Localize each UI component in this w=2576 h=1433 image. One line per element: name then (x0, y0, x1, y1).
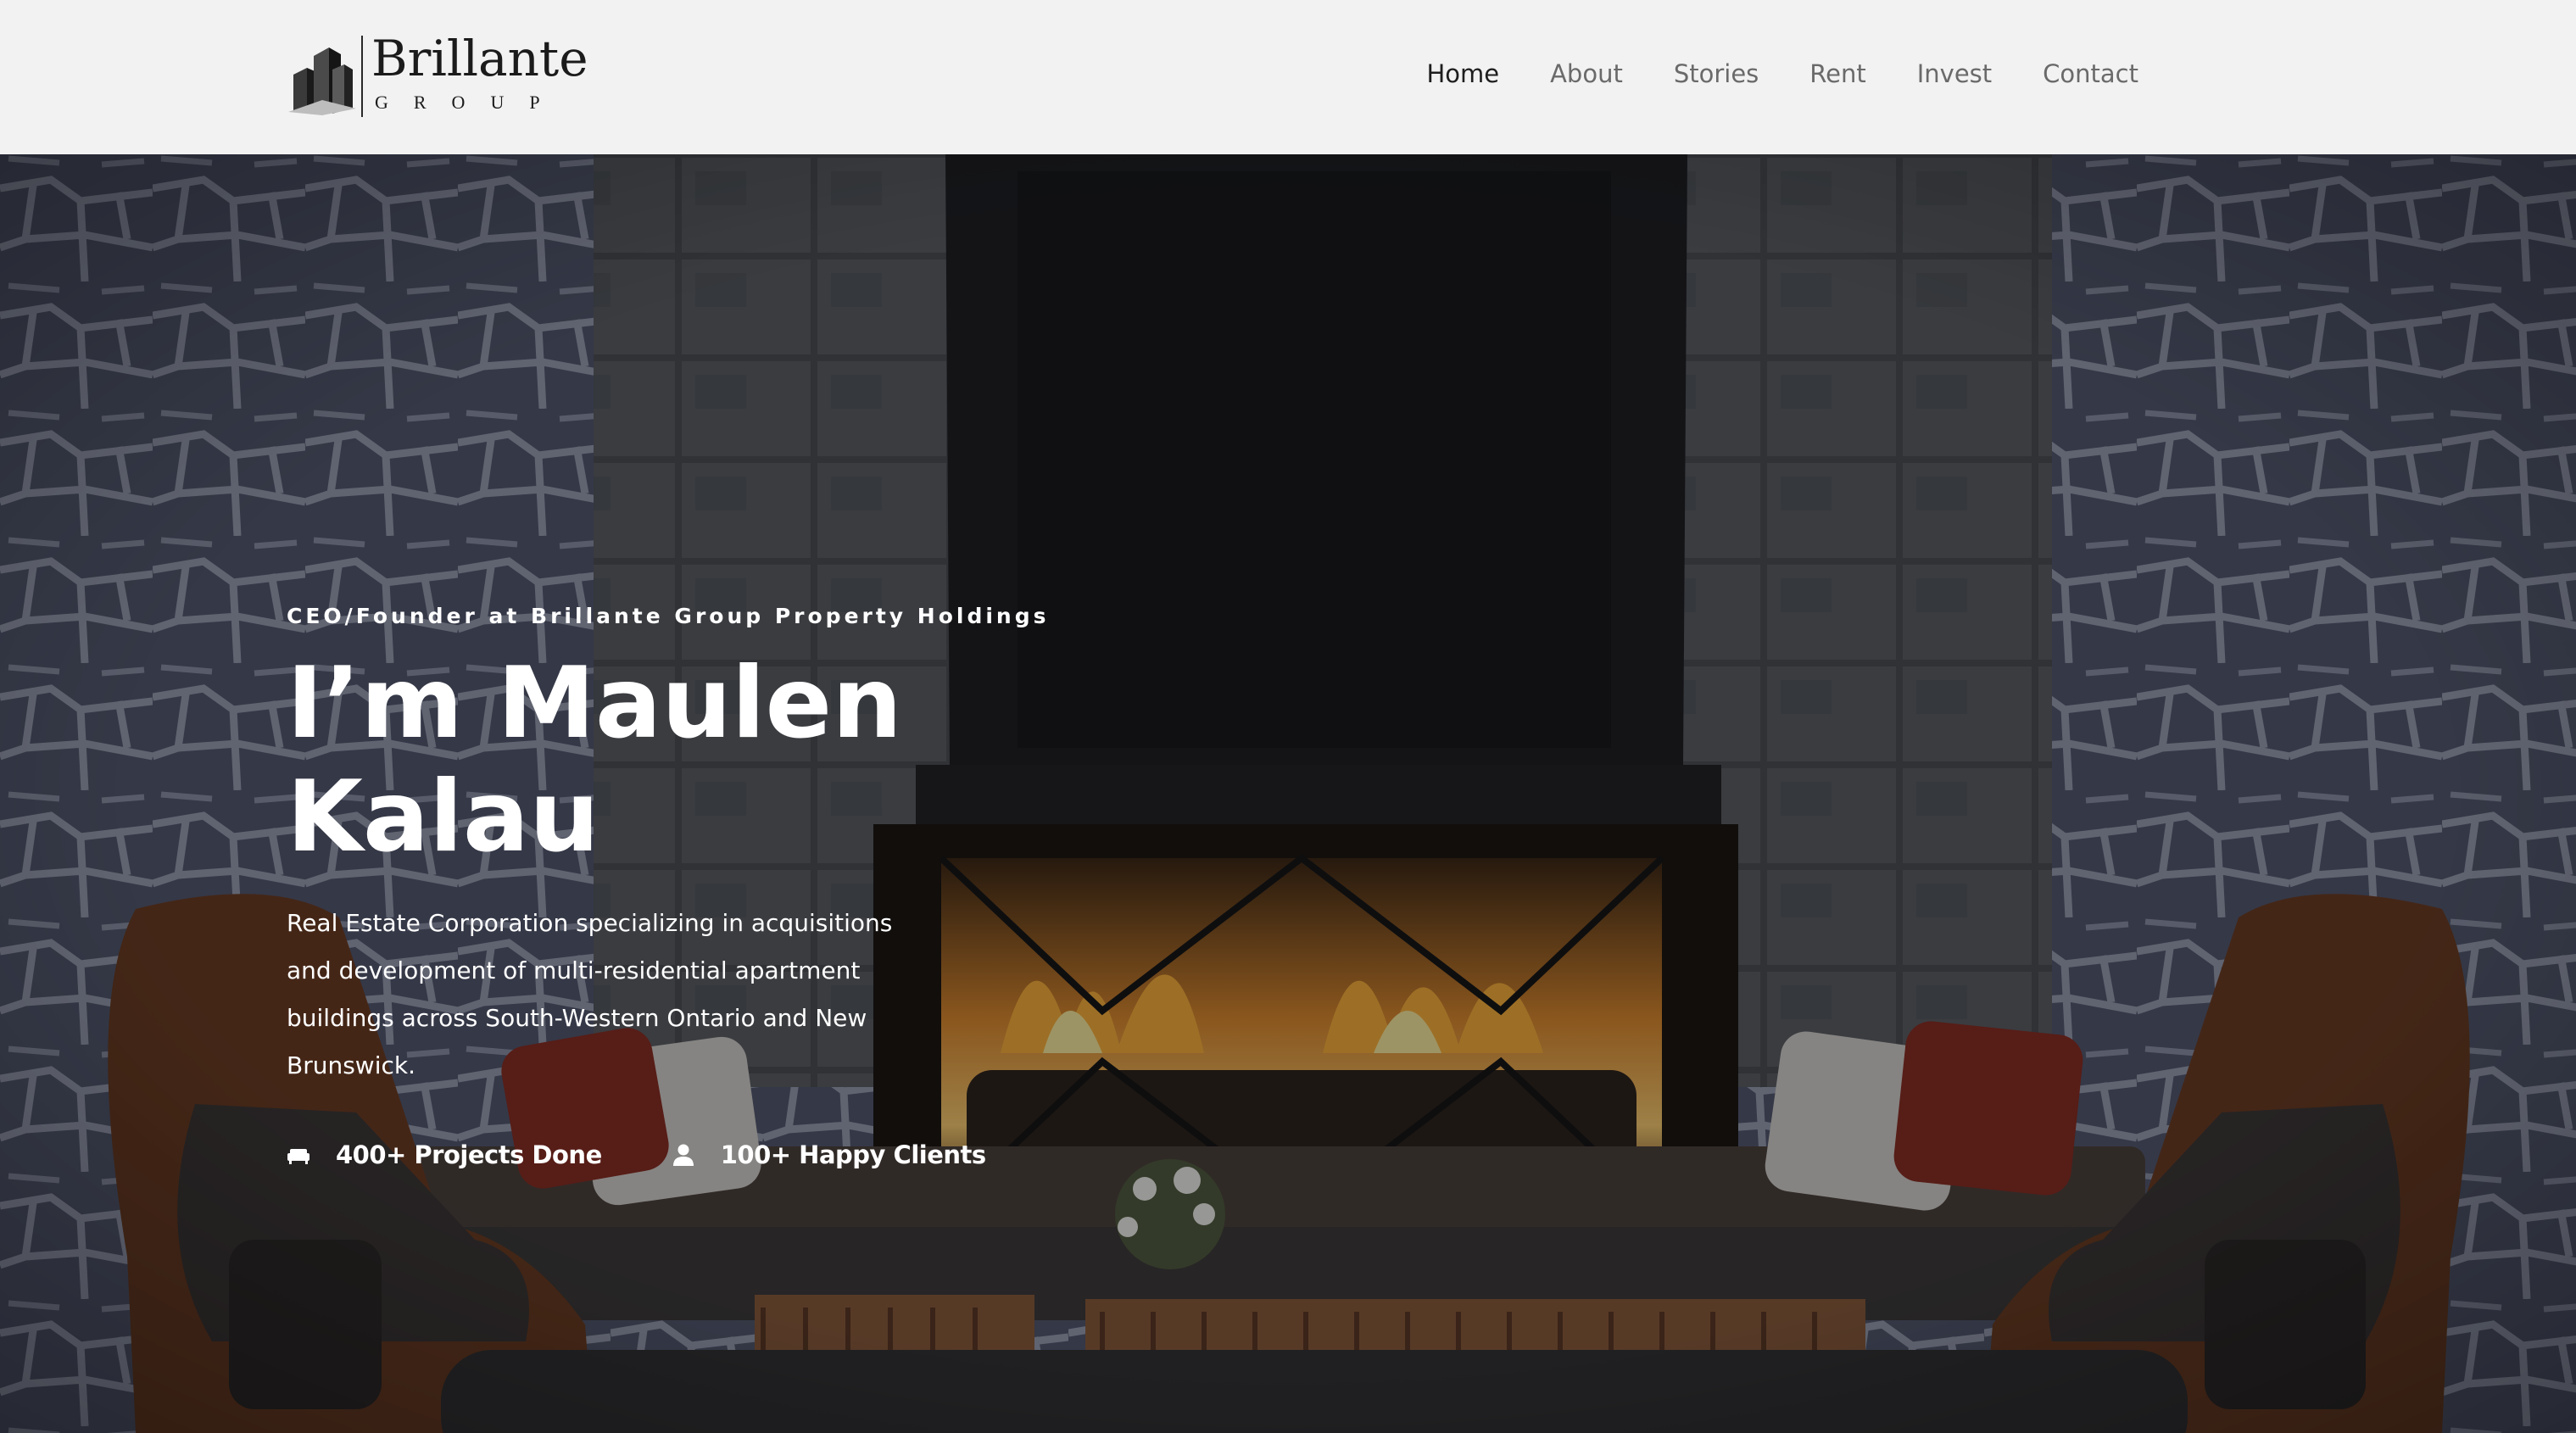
hero-stats: 400+ Projects Done 100+ Happy Clients (287, 1140, 1050, 1169)
logo-divider (361, 36, 363, 117)
hero-description: Real Estate Corporation specializing in … (287, 909, 893, 1079)
brillante-logo[interactable]: Brillante GROUP (288, 31, 588, 122)
nav-about[interactable]: About (1550, 59, 1623, 88)
nav-home[interactable]: Home (1426, 59, 1499, 88)
nav-rent[interactable]: Rent (1809, 59, 1865, 88)
user-icon (672, 1144, 694, 1166)
stat-projects: 400+ Projects Done (287, 1140, 602, 1169)
stat-clients: 100+ Happy Clients (672, 1140, 986, 1169)
hero-content: CEO/Founder at Brillante Group Property … (287, 604, 1050, 1169)
nav-contact[interactable]: Contact (2043, 59, 2138, 88)
stat-clients-label: 100+ Happy Clients (720, 1140, 986, 1169)
stat-projects-label: 400+ Projects Done (336, 1140, 602, 1169)
hero-headline: I’m Maulen Kalau (287, 646, 902, 874)
buildings-logo-icon (288, 47, 356, 115)
site-header: Brillante GROUP Home About Stories Rent … (0, 0, 2576, 154)
nav-stories[interactable]: Stories (1674, 59, 1759, 88)
hero-eyebrow: CEO/Founder at Brillante Group Property … (287, 604, 1050, 628)
sofa-icon (287, 1149, 309, 1164)
hero-section: CEO/Founder at Brillante Group Property … (0, 154, 2576, 1433)
main-nav: Home About Stories Rent Invest Contact (1426, 59, 2138, 88)
nav-invest[interactable]: Invest (1917, 59, 1992, 88)
logo-subtitle: GROUP (375, 92, 566, 113)
logo-wordmark: Brillante (371, 30, 588, 87)
